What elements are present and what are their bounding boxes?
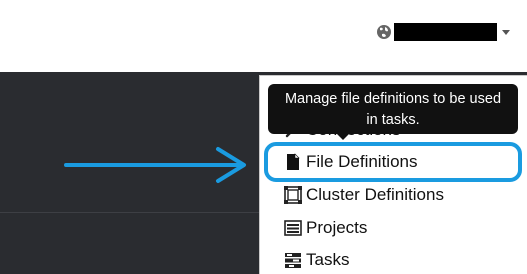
cluster-icon (284, 186, 302, 204)
menu-item-label: Projects (306, 218, 368, 237)
projects-icon (284, 220, 302, 236)
top-bar (0, 0, 527, 72)
globe-icon (377, 25, 391, 39)
highlight-outline (264, 142, 522, 182)
menu-item-label: Cluster Definitions (306, 185, 444, 204)
tasks-icon (285, 253, 301, 268)
tooltip-line-2: in tasks. (366, 112, 420, 128)
tooltip-pointer (337, 134, 349, 140)
username-redacted (394, 23, 497, 41)
menu-item-tasks[interactable]: Tasks (284, 246, 349, 274)
tooltip: Manage file definitions to be used in ta… (268, 84, 518, 134)
menu-item-projects[interactable]: Projects (284, 214, 367, 242)
caret-down-icon (502, 29, 510, 35)
menu-item-cluster-definitions[interactable]: Cluster Definitions (284, 181, 444, 209)
tooltip-line-1: Manage file definitions to be used (284, 91, 502, 107)
user-menu[interactable] (376, 22, 510, 42)
menu-item-label: Tasks (306, 250, 350, 269)
annotation-arrow-icon (64, 147, 246, 183)
